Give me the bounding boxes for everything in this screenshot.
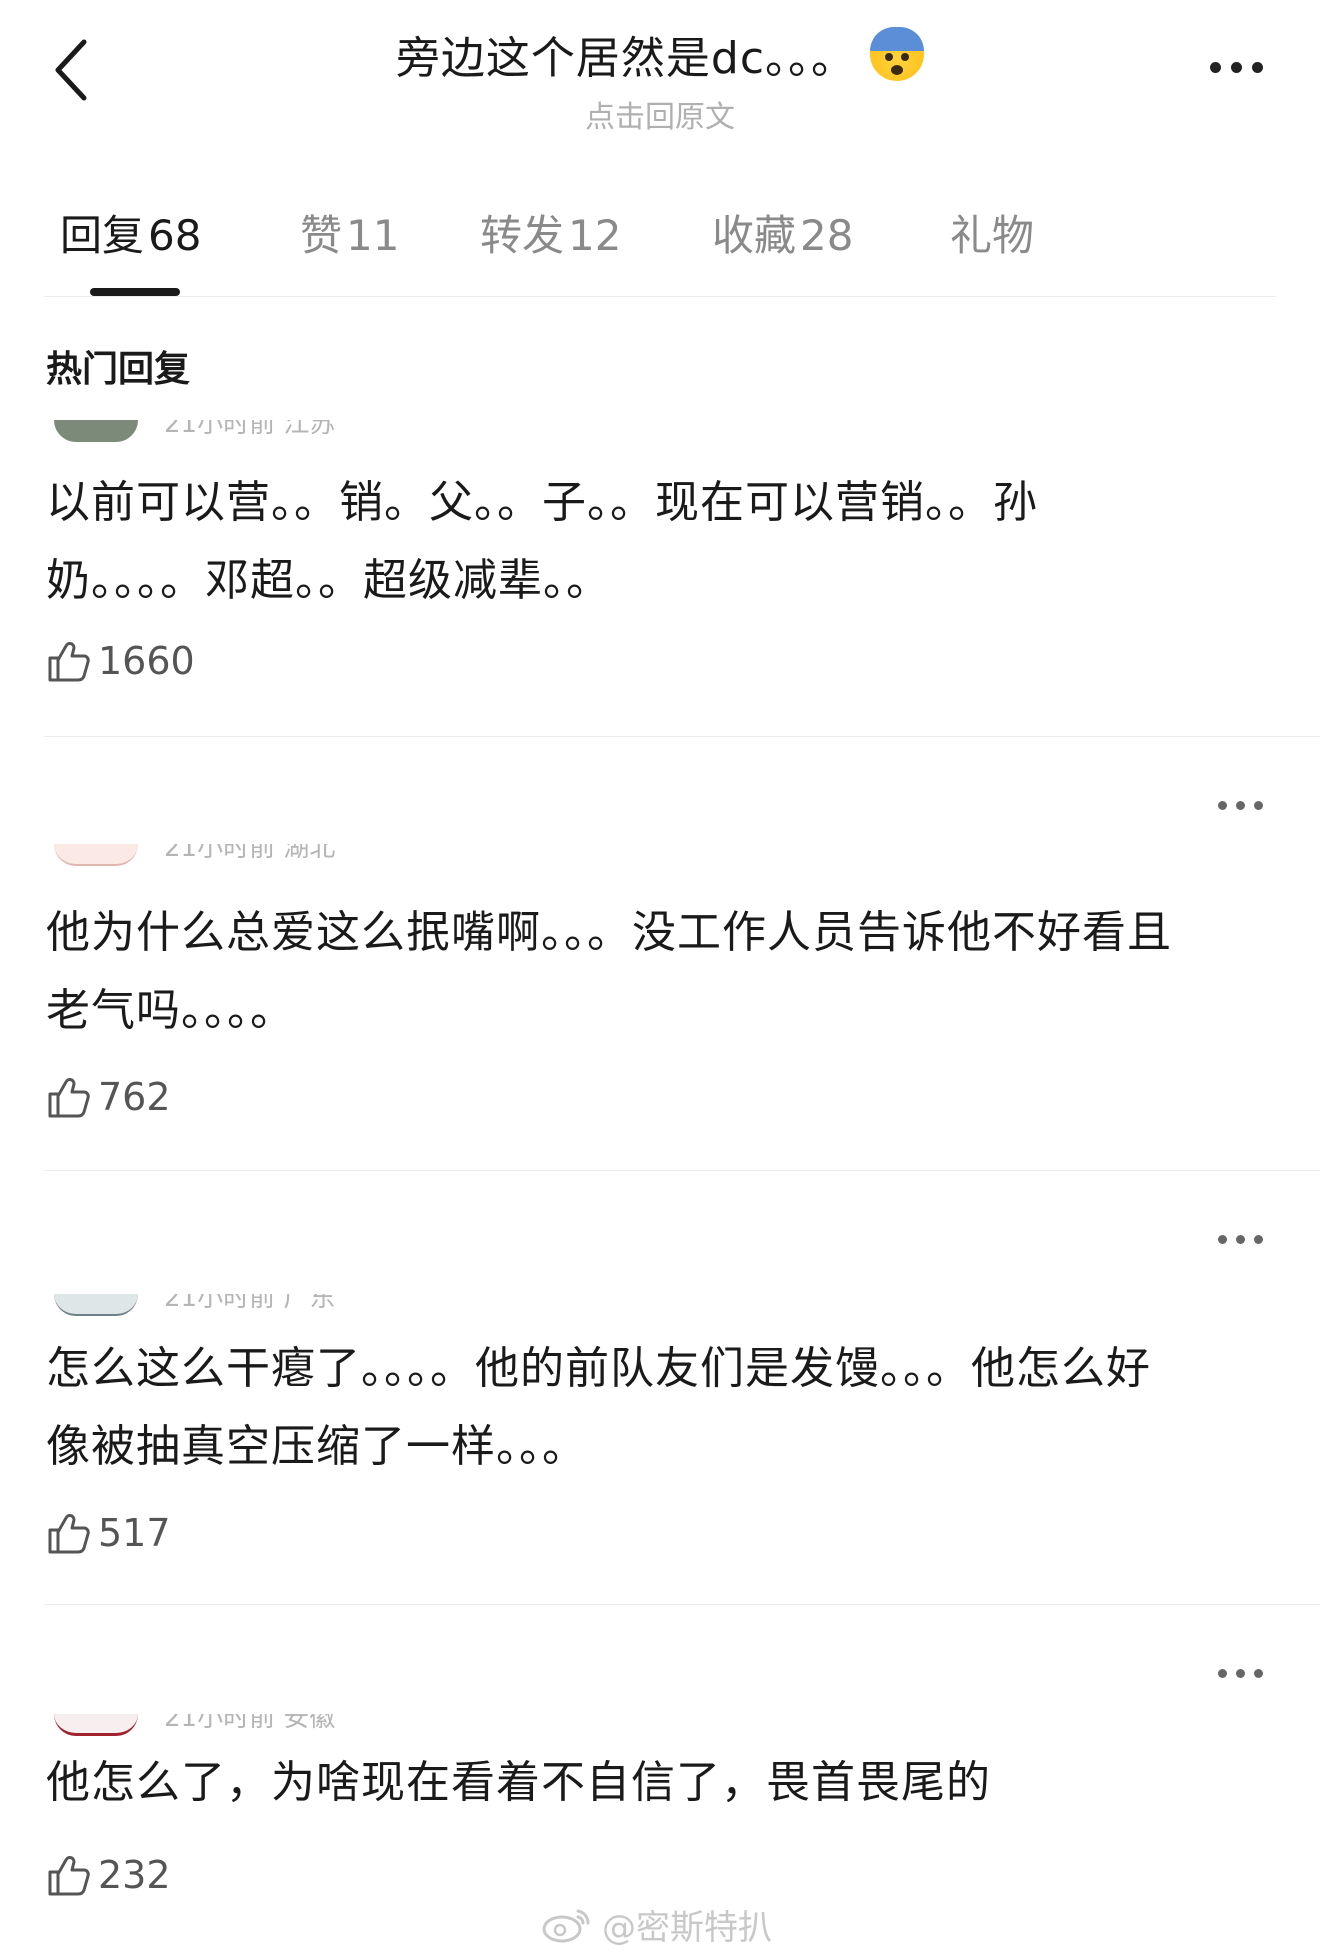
avatar[interactable]	[54, 1294, 138, 1316]
thumbs-up-icon	[48, 1856, 90, 1896]
comment-text: 他为什么总爱这么抿嘴啊。。。没工作人员告诉他不好看且 老气吗。。。。	[46, 907, 1172, 1036]
more-horizontal-icon	[1217, 1234, 1227, 1244]
hot-replies-heading: 热门回复	[46, 349, 191, 390]
avatar[interactable]	[54, 420, 138, 442]
back-button[interactable]	[40, 30, 100, 110]
tab-reposts[interactable]: 转发12	[480, 202, 621, 263]
top-bar: 旁边这个居然是dc。。。 点击回原文	[0, 0, 1320, 150]
comment-item: 21小时前 广东 怎么这么干瘪了。。。。他的前队友们是发馒。。。他怎么好 像被抽…	[0, 1214, 1320, 1594]
comment-meta: 21小时前 湖北	[164, 844, 336, 860]
comment-meta: 21小时前 江苏	[164, 420, 336, 436]
comment-text: 他怎么了，为啥现在看着不自信了，畏首畏尾的	[46, 1757, 991, 1808]
like-button[interactable]: 232	[46, 1852, 171, 1898]
comment-divider	[44, 1170, 1320, 1171]
thumbs-up-icon	[48, 1078, 90, 1118]
comment-divider	[44, 1604, 1320, 1605]
view-original-link[interactable]: 点击回原文	[300, 92, 1020, 136]
comment-more-button[interactable]	[1210, 790, 1270, 820]
more-horizontal-icon	[1217, 1668, 1227, 1678]
like-button[interactable]: 517	[46, 1510, 171, 1556]
active-tab-indicator	[90, 288, 180, 296]
blurred-username	[280, 1240, 460, 1252]
comment-divider	[44, 736, 1320, 737]
like-count: 762	[98, 1075, 171, 1119]
weibo-watermark: @密斯特扒	[540, 1900, 772, 1949]
comment-text: 以前可以营。。销。父。。子。。现在可以营销。。孙 奶。。。。邓超。。超级减辈。。	[46, 477, 1038, 606]
comment-detail-screen: 旁边这个居然是dc。。。 点击回原文 回复68 赞11 转发12 收藏28 礼物	[0, 0, 1320, 1959]
like-button[interactable]: 1660	[46, 638, 195, 684]
like-count: 1660	[98, 639, 195, 683]
like-count: 517	[98, 1511, 171, 1555]
comment-text: 怎么这么干瘪了。。。。他的前队友们是发馒。。。他怎么好 像被抽真空压缩了一样。。…	[46, 1343, 1151, 1472]
title-block[interactable]: 旁边这个居然是dc。。。 点击回原文	[300, 22, 1020, 136]
comment-item: 21小时前 江苏 以前可以营。。销。父。。子。。现在可以营销。。孙 奶。。。。邓…	[0, 420, 1320, 740]
tab-likes[interactable]: 赞11	[300, 202, 399, 263]
more-horizontal-icon	[1209, 61, 1221, 73]
avatar[interactable]	[54, 1714, 138, 1736]
weibo-logo-icon	[542, 1909, 590, 1942]
fearful-face-emoji-icon	[870, 27, 925, 81]
comment-item: 21小时前 湖北 他为什么总爱这么抿嘴啊。。。没工作人员告诉他不好看且 老气吗。…	[0, 780, 1320, 1160]
chevron-left-icon	[55, 39, 87, 101]
tabs-divider	[44, 296, 1276, 297]
post-title: 旁边这个居然是dc。。。	[395, 33, 857, 84]
comment-meta: 21小时前 安徽	[164, 1714, 336, 1730]
comment-meta: 21小时前 广东	[164, 1294, 336, 1310]
comment-more-button[interactable]	[1210, 1658, 1270, 1688]
more-options-button[interactable]	[1204, 52, 1268, 82]
thumbs-up-icon	[48, 642, 90, 682]
like-button[interactable]: 762	[46, 1074, 171, 1120]
watermark-text: @密斯特扒	[602, 1908, 772, 1948]
like-count: 232	[98, 1853, 171, 1897]
tab-gifts[interactable]: 礼物	[950, 202, 1034, 263]
avatar[interactable]	[54, 844, 138, 866]
comment-more-button[interactable]	[1210, 1224, 1270, 1254]
tab-replies[interactable]: 回复68	[60, 202, 201, 263]
more-horizontal-icon	[1217, 800, 1227, 810]
thumbs-up-icon	[48, 1514, 90, 1554]
tab-favorites[interactable]: 收藏28	[712, 202, 853, 263]
tab-bar: 回复68 赞11 转发12 收藏28 礼物	[0, 190, 1320, 300]
